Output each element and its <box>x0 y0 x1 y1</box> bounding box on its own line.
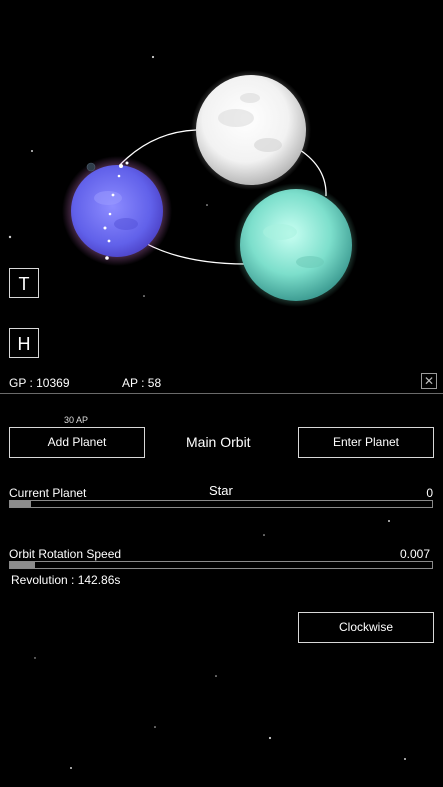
panel-divider <box>0 393 443 394</box>
add-planet-button[interactable]: Add Planet <box>9 427 145 458</box>
current-planet-value: 0 <box>426 486 433 500</box>
teal-star[interactable] <box>234 183 358 307</box>
revolution-text: Revolution : 142.86s <box>11 573 121 587</box>
small-planet[interactable] <box>86 162 96 172</box>
ap-counter: AP : 58 <box>122 376 162 390</box>
t-button[interactable]: T <box>9 268 39 298</box>
current-planet-label: Current Planet <box>9 486 87 500</box>
orbit-title: Main Orbit <box>186 434 251 450</box>
orbit-speed-slider[interactable] <box>9 561 433 569</box>
orbit-speed-value: 0.007 <box>399 547 430 561</box>
current-planet-slider[interactable] <box>9 500 433 508</box>
current-planet-slider-fill <box>10 501 32 507</box>
orbit-speed-slider-fill <box>10 562 36 568</box>
clockwise-button[interactable]: Clockwise <box>298 612 434 643</box>
current-planet-name: Star <box>209 483 233 498</box>
enter-planet-button[interactable]: Enter Planet <box>298 427 434 458</box>
close-icon[interactable]: ✕ <box>421 373 437 389</box>
blue-star[interactable] <box>62 156 172 266</box>
h-button[interactable]: H <box>9 328 39 358</box>
gp-counter: GP : 10369 <box>9 376 70 390</box>
add-planet-cost: 30 AP <box>64 415 89 425</box>
white-star[interactable] <box>191 70 311 190</box>
orbit-speed-label: Orbit Rotation Speed <box>9 547 122 561</box>
